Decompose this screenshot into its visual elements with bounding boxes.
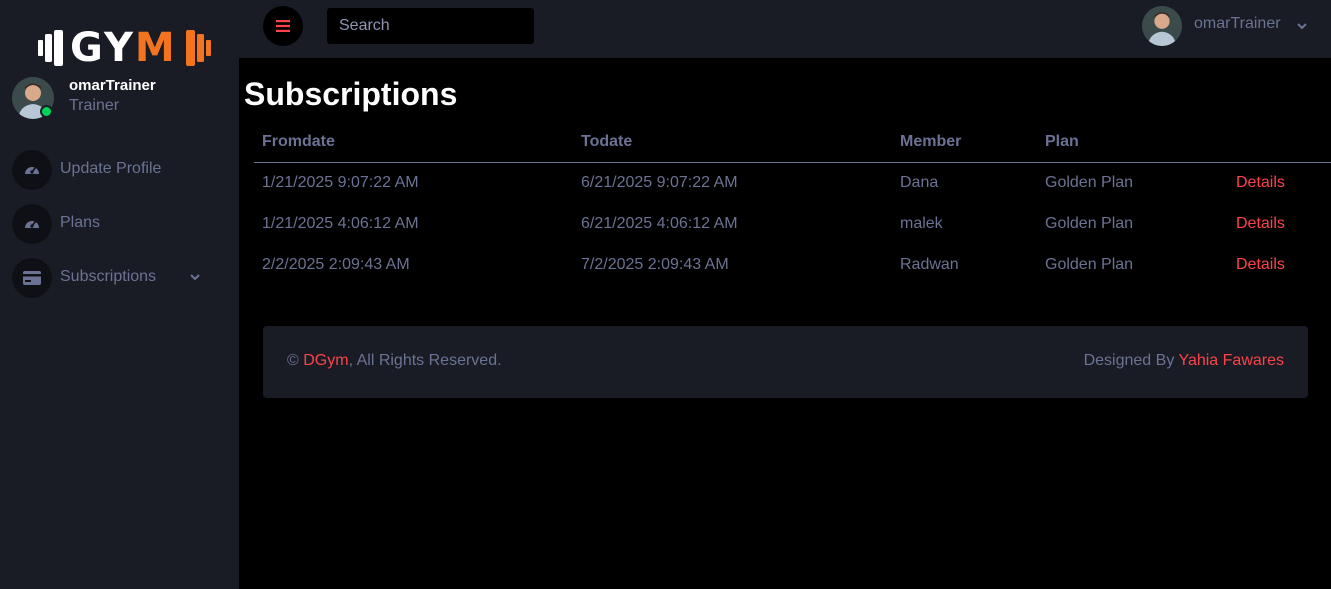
top-navbar: omarTrainer	[239, 0, 1331, 58]
user-menu[interactable]: omarTrainer	[1142, 6, 1317, 46]
designer-link[interactable]: Yahia Fawares	[1178, 352, 1284, 369]
sidebar-item-label: Plans	[60, 214, 101, 231]
cell-member: Radwan	[900, 256, 959, 273]
rights-text: , All Rights Reserved.	[348, 352, 502, 369]
card-icon	[12, 258, 52, 298]
designed-by-text: Designed By	[1083, 352, 1175, 369]
cell-fromdate: 1/21/2025 4:06:12 AM	[262, 215, 419, 232]
details-link[interactable]: Details	[1236, 256, 1285, 274]
cell-plan: Golden Plan	[1045, 256, 1134, 273]
cell-plan: Golden Plan	[1045, 174, 1134, 191]
hamburger-icon	[276, 20, 290, 32]
column-header-todate: Todate	[581, 133, 633, 150]
footer-copyright: © DGym, All Rights Reserved.	[287, 352, 502, 370]
speedometer-icon	[12, 150, 52, 190]
column-header-member: Member	[900, 133, 962, 150]
column-header-fromdate: Fromdate	[262, 133, 335, 150]
cell-member: malek	[900, 215, 943, 232]
profile-name: omarTrainer	[69, 77, 156, 94]
details-link[interactable]: Details	[1236, 174, 1285, 192]
speedometer-icon	[12, 204, 52, 244]
copyright-symbol: ©	[287, 352, 299, 369]
sidebar-item-label: Subscriptions	[60, 268, 157, 285]
sidebar-item-subscriptions[interactable]: Subscriptions	[12, 258, 222, 298]
search-input[interactable]	[327, 8, 534, 44]
user-menu-name: omarTrainer	[1194, 15, 1281, 32]
page-title: Subscriptions	[244, 76, 458, 112]
details-link[interactable]: Details	[1236, 215, 1285, 233]
cell-todate: 6/21/2025 9:07:22 AM	[581, 174, 738, 191]
sidebar-item-update-profile[interactable]: Update Profile	[12, 150, 222, 190]
cell-todate: 7/2/2025 2:09:43 AM	[581, 256, 729, 273]
cell-member: Dana	[900, 174, 939, 191]
online-status-dot	[40, 105, 53, 118]
brand-wordmark: GYM	[70, 25, 177, 71]
cell-fromdate: 2/2/2025 2:09:43 AM	[262, 256, 410, 273]
table-row: 1/21/2025 9:07:22 AM 6/21/2025 9:07:22 A…	[254, 163, 1331, 204]
footer: © DGym, All Rights Reserved. Designed By…	[263, 326, 1308, 398]
chevron-down-icon[interactable]	[188, 270, 202, 284]
brand-link[interactable]: DGym	[303, 352, 348, 369]
sidebar-item-label: Update Profile	[60, 160, 162, 177]
avatar	[1142, 6, 1182, 46]
chevron-down-icon	[1297, 23, 1307, 30]
table-row: 1/21/2025 4:06:12 AM 6/21/2025 4:06:12 A…	[254, 204, 1331, 245]
footer-credit: Designed By Yahia Fawares	[1084, 352, 1284, 370]
cell-plan: Golden Plan	[1045, 215, 1134, 232]
cell-fromdate: 1/21/2025 9:07:22 AM	[262, 174, 419, 191]
profile-role: Trainer	[69, 97, 120, 114]
column-header-plan: Plan	[1045, 133, 1079, 150]
table-header: Fromdate Todate Member Plan	[254, 128, 1331, 163]
sidebar-profile: omarTrainer Trainer	[12, 77, 232, 121]
sidebar: GYM omarTrainer Trainer Update Profile P…	[0, 0, 239, 589]
cell-todate: 6/21/2025 4:06:12 AM	[581, 215, 738, 232]
menu-toggle-button[interactable]	[263, 6, 303, 46]
sidebar-item-plans[interactable]: Plans	[12, 204, 222, 244]
brand-logo[interactable]: GYM	[36, 24, 216, 72]
subscriptions-table: Fromdate Todate Member Plan 1/21/2025 9:…	[254, 128, 1331, 286]
table-row: 2/2/2025 2:09:43 AM 7/2/2025 2:09:43 AM …	[254, 245, 1331, 286]
